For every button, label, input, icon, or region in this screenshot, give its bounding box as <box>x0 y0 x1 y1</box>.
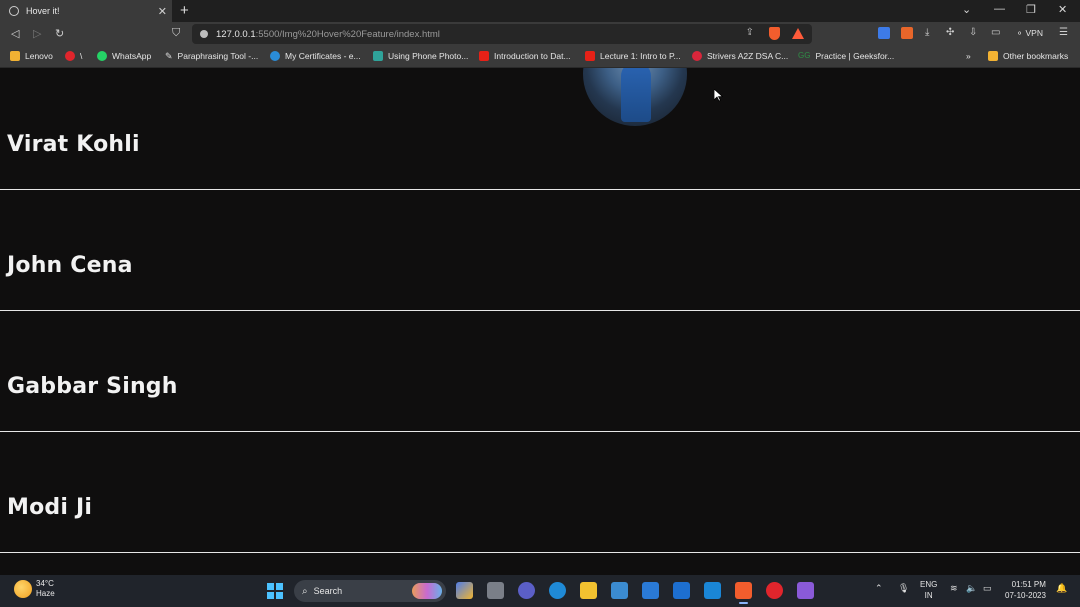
bookmark-item[interactable]: ✎ Paraphrasing Tool -... <box>165 51 258 61</box>
volume-icon[interactable]: 🔈 <box>966 583 977 594</box>
bookmark-item[interactable]: GG Practice | Geeksfor... <box>798 51 894 61</box>
downloads-icon[interactable]: ⇩ <box>969 27 977 38</box>
gfg-icon: GG <box>798 51 811 60</box>
bookmark-item[interactable]: Introduction to Dat... <box>479 51 571 61</box>
opera-icon <box>65 51 75 61</box>
name-row[interactable]: Gabbar Singh <box>0 311 1080 432</box>
translate-extension-icon[interactable] <box>878 27 890 39</box>
bookmarks-bar: Lenovo \ WhatsApp ✎ Paraphrasing Tool -.… <box>0 46 1080 68</box>
taskbar-search[interactable]: ⌕ Search <box>294 580 446 602</box>
file-explorer-icon[interactable] <box>580 582 597 599</box>
opera-icon[interactable] <box>766 582 783 599</box>
restore-button[interactable]: ❐ <box>1026 3 1036 16</box>
folder-icon <box>988 51 998 61</box>
bookmark-item[interactable]: Strivers A2Z DSA C... <box>692 51 788 61</box>
wifi-icon[interactable]: ≋ <box>950 583 958 594</box>
edge-icon[interactable] <box>549 582 566 599</box>
page-content: Virat Kohli John Cena Gabbar Singh Modi … <box>0 68 1080 575</box>
tab-strip: Hover it! ✕ + ⌄ — ❐ ✕ <box>0 0 1080 22</box>
share-icon[interactable]: ⇪ <box>746 27 754 38</box>
name-label: Virat Kohli <box>7 132 140 157</box>
new-tab-button[interactable]: + <box>180 2 189 19</box>
address-bar[interactable]: 127.0.0.1:5500/Img%20Hover%20Feature/ind… <box>192 24 812 44</box>
show-hidden-icons[interactable]: ⌃ <box>875 583 883 594</box>
notification-bell-icon[interactable]: 🔔 <box>1056 583 1067 594</box>
browser-tab[interactable]: Hover it! ✕ <box>0 0 172 22</box>
name-label: John Cena <box>7 253 133 278</box>
task-view-icon[interactable] <box>487 582 504 599</box>
microphone-icon[interactable]: 🎙 <box>898 583 909 594</box>
name-label: Modi Ji <box>7 495 93 520</box>
name-row[interactable]: Modi Ji <box>0 432 1080 553</box>
brave-shields-icon[interactable] <box>769 27 780 40</box>
control-panel-icon[interactable] <box>611 582 628 599</box>
reload-icon[interactable]: ↻ <box>55 27 64 40</box>
extension-icon[interactable] <box>901 27 913 39</box>
search-icon: ⌕ <box>302 585 308 597</box>
battery-icon[interactable]: ▭ <box>983 583 992 594</box>
sidebar-icon[interactable]: ▭ <box>991 27 1000 38</box>
bookmark-icon[interactable]: ⛉ <box>172 27 180 40</box>
bookmark-item[interactable]: \ <box>65 51 82 61</box>
extensions-puzzle-icon[interactable]: ✣ <box>946 27 954 38</box>
edge-icon <box>270 51 280 61</box>
language-indicator[interactable]: ENG IN <box>920 579 937 601</box>
download-extension-icon[interactable]: ⤓ <box>925 27 929 38</box>
vscode-icon[interactable] <box>704 582 721 599</box>
browser-toolbar: ◁ ▷ ↻ ⛉ 127.0.0.1:5500/Img%20Hover%20Fea… <box>0 22 1080 46</box>
quill-icon: ✎ <box>165 51 173 61</box>
teams-icon[interactable] <box>518 582 535 599</box>
whatsapp-icon <box>97 51 107 61</box>
vpn-button[interactable]: ⚬ VPN <box>1016 28 1043 39</box>
start-button[interactable] <box>267 583 283 599</box>
weather-icon <box>14 580 32 598</box>
folder-icon <box>10 51 20 61</box>
globe-icon <box>9 6 19 16</box>
docs-icon <box>373 51 383 61</box>
bookmark-item[interactable]: Lecture 1: Intro to P... <box>585 51 681 61</box>
brave-icon[interactable] <box>735 582 752 604</box>
other-bookmarks[interactable]: Other bookmarks <box>988 51 1068 61</box>
name-row[interactable]: John Cena <box>0 190 1080 311</box>
site-info-icon[interactable] <box>200 30 208 38</box>
minimize-button[interactable]: — <box>994 3 1005 15</box>
tab-search-icon[interactable]: ⌄ <box>962 3 971 16</box>
back-icon[interactable]: ◁ <box>11 27 19 40</box>
clipchamp-icon[interactable] <box>797 582 814 599</box>
name-label: Gabbar Singh <box>7 374 178 399</box>
menu-icon[interactable]: ☰ <box>1059 27 1068 38</box>
brave-rewards-icon[interactable] <box>792 28 804 39</box>
copilot-icon[interactable] <box>456 582 473 599</box>
weather-widget[interactable]: 34°C Haze <box>14 579 55 599</box>
tuf-icon <box>692 51 702 61</box>
bookmark-item[interactable]: WhatsApp <box>97 51 151 61</box>
close-window-button[interactable]: ✕ <box>1058 3 1067 16</box>
name-row[interactable]: Virat Kohli <box>0 68 1080 190</box>
mail-icon[interactable] <box>642 582 659 599</box>
youtube-icon <box>585 51 595 61</box>
bookmark-item[interactable]: Using Phone Photo... <box>373 51 468 61</box>
bookmark-item[interactable]: Lenovo <box>10 51 53 61</box>
forward-icon[interactable]: ▷ <box>33 27 41 40</box>
windows-taskbar: 34°C Haze ⌕ Search ⌃ 🎙 ENG IN ≋ 🔈 ▭ 01:5… <box>0 575 1080 607</box>
lenovo-icon[interactable] <box>673 582 690 599</box>
youtube-icon <box>479 51 489 61</box>
bookmark-item[interactable]: My Certificates - e... <box>270 51 361 61</box>
tab-title: Hover it! <box>26 6 60 16</box>
url-text[interactable]: 127.0.0.1:5500/Img%20Hover%20Feature/ind… <box>216 29 440 40</box>
more-bookmarks-icon[interactable]: » <box>966 51 971 61</box>
clock[interactable]: 01:51 PM 07-10-2023 <box>1005 579 1046 601</box>
close-tab-icon[interactable]: ✕ <box>158 5 167 18</box>
screen: Hover it! ✕ + ⌄ — ❐ ✕ ◁ ▷ ↻ ⛉ 127.0.0.1:… <box>0 0 1080 607</box>
search-highlight-icon <box>412 583 442 599</box>
